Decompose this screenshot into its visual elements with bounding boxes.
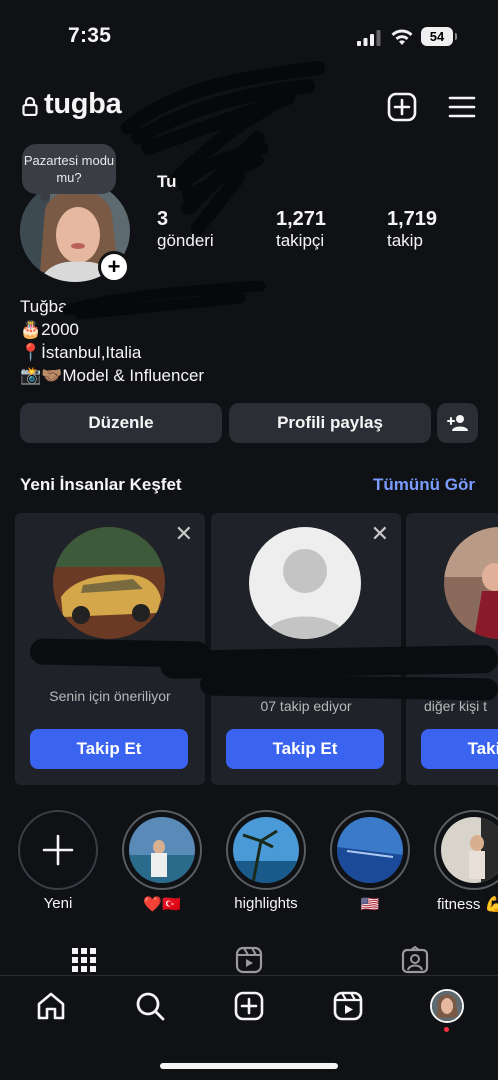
highlight-label: 🇺🇸 xyxy=(360,896,380,913)
lock-icon xyxy=(22,96,38,116)
highlight-label: highlights xyxy=(234,895,298,912)
following-label: takip xyxy=(387,231,423,250)
reels-tab-icon[interactable] xyxy=(235,946,263,974)
create-icon[interactable] xyxy=(233,990,265,1022)
suggestion-reason: diğer kişi t xyxy=(424,698,488,714)
edit-profile-button[interactable]: Düzenle xyxy=(20,403,222,443)
battery-icon: 54 xyxy=(421,27,457,46)
posts-label: gönderi xyxy=(157,231,214,250)
follow-button[interactable]: Takip Et xyxy=(30,729,188,769)
create-post-button[interactable] xyxy=(385,90,419,124)
reels-icon[interactable] xyxy=(332,990,364,1022)
highlight-item[interactable] xyxy=(122,810,202,890)
home-icon[interactable] xyxy=(35,990,67,1022)
followers-stat[interactable]: 1,271 takipçi xyxy=(276,208,326,251)
discover-people-button[interactable] xyxy=(437,403,478,443)
grid-tab-icon[interactable] xyxy=(70,946,98,974)
suggestion-reason: 07 takip ediyor xyxy=(260,698,352,714)
suggestion-avatar[interactable] xyxy=(249,527,361,639)
posts-stat[interactable]: 3 gönderi xyxy=(157,208,214,251)
add-person-icon xyxy=(446,415,468,431)
plus-icon xyxy=(42,834,74,866)
see-all-link[interactable]: Tümünü Gör xyxy=(373,475,475,495)
add-story-button[interactable]: + xyxy=(98,251,130,283)
bio-birthday: 🎂2000 xyxy=(20,320,79,339)
new-highlight-button[interactable] xyxy=(18,810,98,890)
suggestion-reason: Senin için öneriliyor xyxy=(49,688,171,704)
hamburger-menu-icon xyxy=(448,96,476,118)
suggestion-avatar[interactable] xyxy=(53,527,165,639)
highlight-item[interactable] xyxy=(434,810,498,890)
bio-redaction xyxy=(62,280,266,320)
profile-tab-avatar[interactable] xyxy=(430,989,464,1023)
highlight-label: Yeni xyxy=(43,895,73,912)
plus-square-icon xyxy=(387,92,417,122)
home-indicator xyxy=(160,1063,338,1069)
menu-button[interactable] xyxy=(445,90,479,124)
follow-button[interactable]: Takip Et xyxy=(421,729,498,769)
profile-note[interactable]: Pazartesi modu mu? xyxy=(22,144,116,201)
highlight-label: fitness 💪 xyxy=(437,896,498,913)
discover-title: Yeni İnsanlar Keşfet xyxy=(20,475,182,494)
dismiss-suggestion-icon[interactable]: ✕ xyxy=(371,521,389,547)
tagged-tab-icon[interactable] xyxy=(401,946,429,974)
bio-location: 📍İstanbul,Italia xyxy=(20,343,142,362)
dismiss-suggestion-icon[interactable]: ✕ xyxy=(175,521,193,547)
bio-occupation: 📸🤝🏽Model & Influencer xyxy=(20,366,205,385)
followers-count: 1,271 xyxy=(276,208,327,230)
profile-username[interactable]: tugba xyxy=(44,88,122,121)
name-redaction xyxy=(178,142,268,200)
following-count: 1,719 xyxy=(387,208,438,230)
followers-label: takipçi xyxy=(276,231,325,250)
following-stat[interactable]: 1,719 takip xyxy=(387,208,437,251)
highlight-item[interactable] xyxy=(226,810,306,890)
display-name: Tu xyxy=(157,172,177,191)
suggestion-avatar[interactable] xyxy=(444,527,498,639)
status-time: 7:35 xyxy=(68,24,112,47)
highlight-label: ❤️🇹🇷 xyxy=(143,896,181,913)
follow-button[interactable]: Takip Et xyxy=(226,729,384,769)
highlight-item[interactable] xyxy=(330,810,410,890)
posts-count: 3 xyxy=(157,208,169,230)
cellular-signal-icon xyxy=(357,30,381,46)
notification-dot xyxy=(444,1027,449,1032)
share-profile-button[interactable]: Profili paylaş xyxy=(229,403,431,443)
search-icon[interactable] xyxy=(134,990,166,1022)
wifi-icon xyxy=(391,29,413,45)
